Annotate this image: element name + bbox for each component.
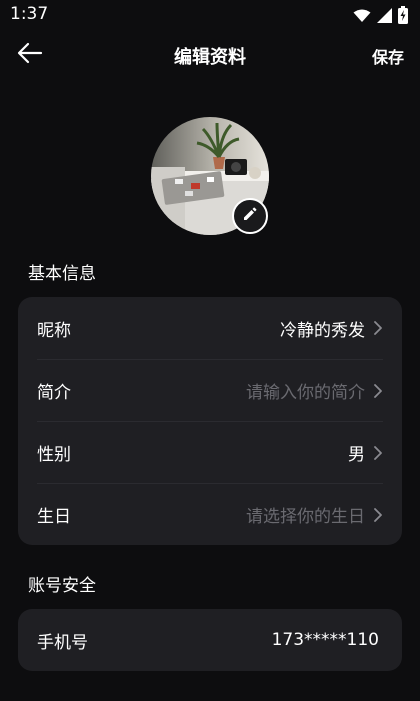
phone-row[interactable]: 手机号 173*****110 bbox=[37, 609, 383, 671]
chevron-right-icon bbox=[373, 507, 383, 523]
phone-label: 手机号 bbox=[37, 632, 88, 653]
gender-label: 性别 bbox=[37, 445, 71, 465]
edit-avatar-button[interactable] bbox=[232, 198, 268, 234]
status-bar: 1:37 bbox=[0, 0, 420, 30]
bio-placeholder: 请输入你的简介 bbox=[246, 383, 365, 403]
nickname-label: 昵称 bbox=[37, 320, 71, 341]
chevron-right-icon bbox=[373, 445, 383, 461]
bio-label: 简介 bbox=[37, 383, 71, 403]
status-time: 1:37 bbox=[10, 4, 49, 24]
nickname-row[interactable]: 昵称 冷静的秀发 bbox=[37, 297, 383, 359]
avatar-container bbox=[151, 117, 269, 235]
wifi-icon bbox=[353, 8, 371, 27]
pencil-icon bbox=[242, 206, 258, 226]
account-security-card: 手机号 173*****110 bbox=[18, 609, 402, 671]
nickname-value: 冷静的秀发 bbox=[280, 320, 365, 341]
section-title-account-security: 账号安全 bbox=[28, 576, 96, 596]
gender-row[interactable]: 性别 男 bbox=[37, 421, 383, 483]
phone-value: 173*****110 bbox=[271, 630, 379, 650]
section-title-basic-info: 基本信息 bbox=[28, 264, 96, 284]
signal-icon bbox=[377, 7, 392, 27]
battery-icon bbox=[398, 6, 408, 28]
gender-value: 男 bbox=[348, 445, 365, 465]
basic-info-card: 昵称 冷静的秀发 简介 请输入你的简介 性别 男 生日 请选择你的生日 bbox=[18, 297, 402, 545]
chevron-right-icon bbox=[373, 320, 383, 336]
save-button[interactable]: 保存 bbox=[372, 44, 404, 68]
birthday-label: 生日 bbox=[37, 507, 71, 527]
bio-row[interactable]: 简介 请输入你的简介 bbox=[37, 359, 383, 421]
birthday-placeholder: 请选择你的生日 bbox=[246, 507, 365, 527]
chevron-right-icon bbox=[373, 383, 383, 399]
page-title: 编辑资料 bbox=[174, 47, 246, 68]
birthday-row[interactable]: 生日 请选择你的生日 bbox=[37, 483, 383, 545]
status-icons bbox=[353, 6, 408, 28]
app-header: 编辑资料 保存 bbox=[0, 36, 420, 74]
